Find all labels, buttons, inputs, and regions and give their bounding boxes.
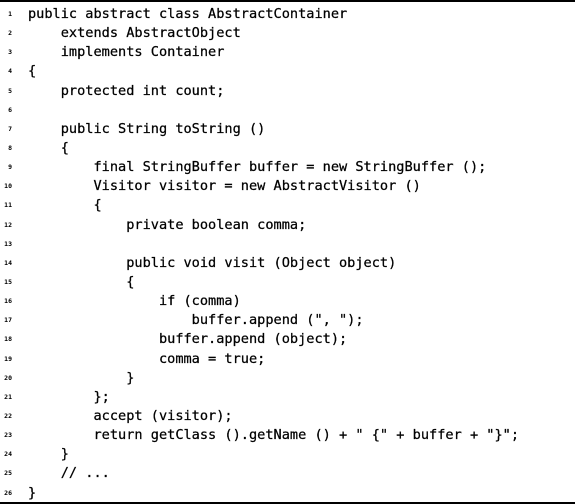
line-text: { [28,197,102,214]
code-line: 18 buffer.append (object); [0,330,575,349]
code-line: 10 Visitor visitor = new AbstractVisitor… [0,177,575,196]
line-number: 6 [8,105,12,114]
line-number: 11 [4,201,12,210]
line-number: 8 [8,143,12,152]
code-line: 6 [0,101,575,120]
line-text: { [28,63,37,80]
line-text: }; [28,388,110,405]
line-text: buffer.append (", "); [28,312,364,329]
line-text: accept (visitor); [28,407,233,424]
line-text: } [28,369,135,386]
line-text: extends AbstractObject [28,25,241,42]
line-text: if (comma) [28,293,241,310]
code-line: 13 [0,235,575,254]
line-number: 21 [4,392,12,401]
code-listing: 1 public abstract class AbstractContainer… [0,0,575,504]
code-line: 17 buffer.append (", "); [0,311,575,330]
line-text: private boolean comma; [28,216,307,233]
line-text: comma = true; [28,350,266,367]
code-line: 11 { [0,196,575,215]
code-line: 2 extends AbstractObject [0,24,575,43]
code-lines: 1 public abstract class AbstractContainer… [0,5,575,503]
code-line: 20 } [0,369,575,388]
code-line: 14 public void visit (Object object) [0,254,575,273]
line-number: 24 [4,450,12,459]
code-line: 4{ [0,62,575,81]
line-text: { [28,273,135,290]
line-text: public String toString () [28,120,266,137]
line-number: 25 [4,469,12,478]
line-text: return getClass ().getName () + " {" + b… [28,427,520,444]
line-text: final StringBuffer buffer = new StringBu… [28,159,487,176]
code-line: 16 if (comma) [0,292,575,311]
line-number: 15 [4,277,12,286]
code-line: 5 protected int count; [0,82,575,101]
line-text: } [28,484,37,501]
line-text: implements Container [28,44,225,61]
line-number: 2 [8,29,12,38]
line-text: buffer.append (object); [28,331,348,348]
line-text: public abstract class AbstractContainer [28,6,348,22]
line-number: 22 [4,411,12,420]
line-text: public void visit (Object object) [28,254,397,271]
line-number: 13 [4,239,12,248]
code-line: 3 implements Container [0,43,575,62]
code-line: 1 public abstract class AbstractContainer [0,5,575,24]
line-number: 14 [4,258,12,267]
line-number: 7 [8,124,12,133]
code-line: 7 public String toString () [0,120,575,139]
code-line: 12 private boolean comma; [0,216,575,235]
line-number: 3 [8,48,12,57]
line-number: 20 [4,373,12,382]
line-text: { [28,139,69,156]
code-line: 9 final StringBuffer buffer = new String… [0,158,575,177]
code-line: 15 { [0,273,575,292]
line-number: 10 [4,182,12,191]
line-number: 26 [4,488,12,497]
line-number: 12 [4,220,12,229]
line-number: 5 [8,86,12,95]
code-line: 23 return getClass ().getName () + " {" … [0,426,575,445]
code-line: 26} [0,484,575,503]
line-number: 16 [4,297,12,306]
code-line: 8 { [0,139,575,158]
line-number: 18 [4,335,12,344]
line-text: protected int count; [28,82,225,99]
code-line: 24 } [0,445,575,464]
line-number: 19 [4,354,12,363]
line-number: 4 [8,67,12,76]
code-line: 21 }; [0,388,575,407]
line-number: 23 [4,431,12,440]
line-number: 17 [4,316,12,325]
code-line: 19 comma = true; [0,350,575,369]
line-number: 9 [8,163,12,172]
line-number: 1 [8,10,12,18]
code-line: 22 accept (visitor); [0,407,575,426]
line-text: // ... [28,465,110,482]
line-text: Visitor visitor = new AbstractVisitor () [28,178,421,195]
line-text: } [28,446,69,463]
code-line: 25 // ... [0,464,575,483]
